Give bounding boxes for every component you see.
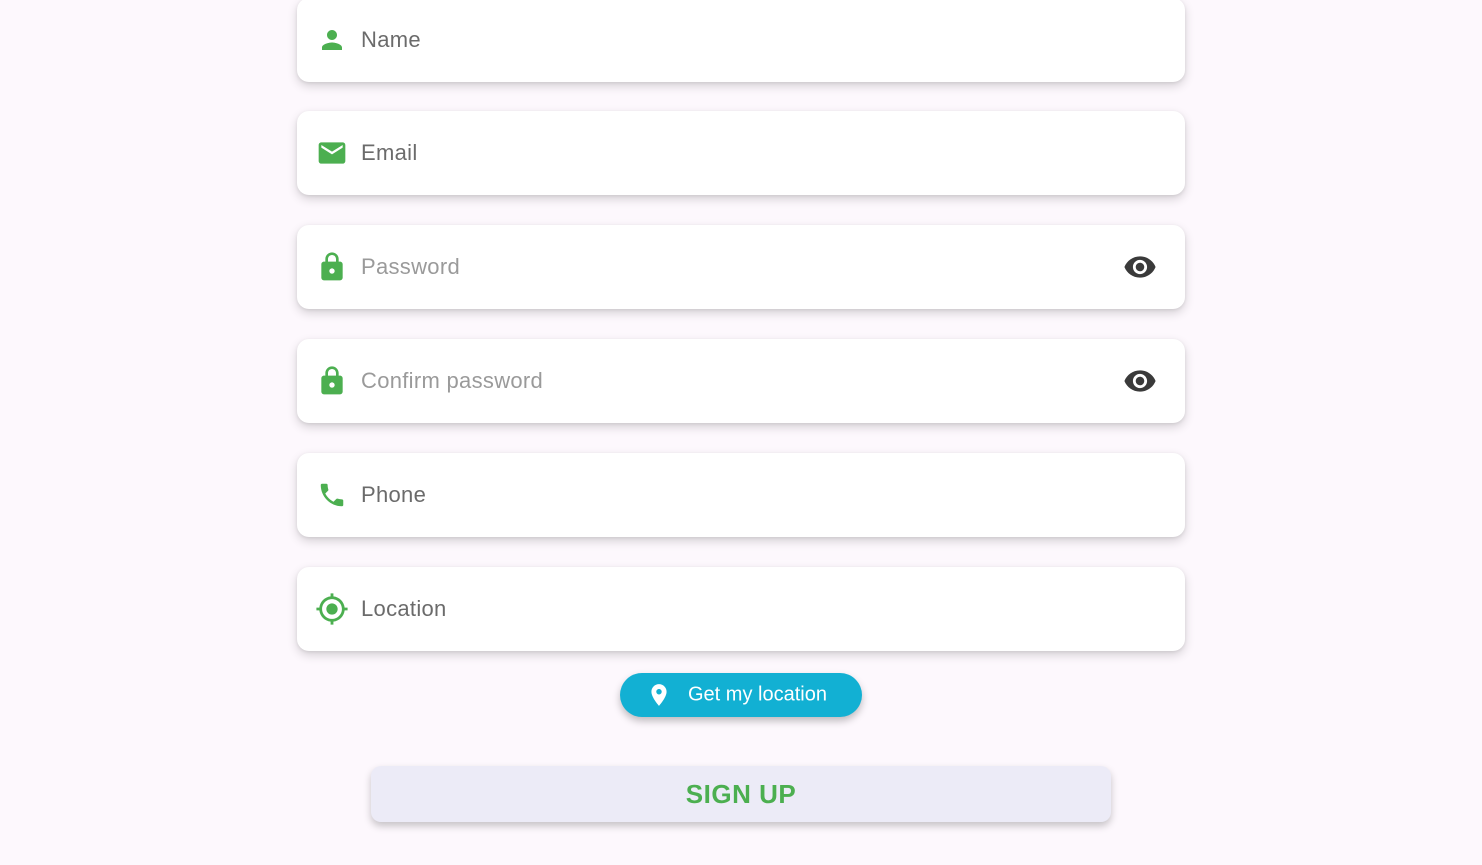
confirm-password-field-placeholder: Confirm password <box>361 368 544 393</box>
get-location-button[interactable]: Get my location <box>620 673 862 717</box>
eye-icon[interactable] <box>1123 364 1157 398</box>
name-field[interactable]: Name <box>297 0 1185 82</box>
person-icon <box>315 23 349 57</box>
lock-icon <box>315 364 349 398</box>
confirm-password-field[interactable]: Confirm password <box>297 339 1185 423</box>
email-field[interactable]: Email <box>297 111 1185 195</box>
map-pin-icon <box>646 681 672 709</box>
lock-icon <box>315 250 349 284</box>
signup-button[interactable]: SIGN UP <box>371 766 1111 822</box>
location-field-label: Location <box>361 596 447 621</box>
location-field[interactable]: Location <box>297 567 1185 651</box>
phone-field-label: Phone <box>361 482 427 507</box>
name-field-label: Name <box>361 27 421 52</box>
password-field[interactable]: Password <box>297 225 1185 309</box>
email-field-label: Email <box>361 140 418 165</box>
eye-icon[interactable] <box>1123 250 1157 284</box>
phone-icon <box>315 478 349 512</box>
gps-target-icon <box>315 592 349 626</box>
mail-icon <box>315 136 349 170</box>
signup-button-label: SIGN UP <box>685 778 797 809</box>
password-field-placeholder: Password <box>361 254 460 279</box>
phone-field[interactable]: Phone <box>297 453 1185 537</box>
get-location-button-label: Get my location <box>688 683 827 706</box>
